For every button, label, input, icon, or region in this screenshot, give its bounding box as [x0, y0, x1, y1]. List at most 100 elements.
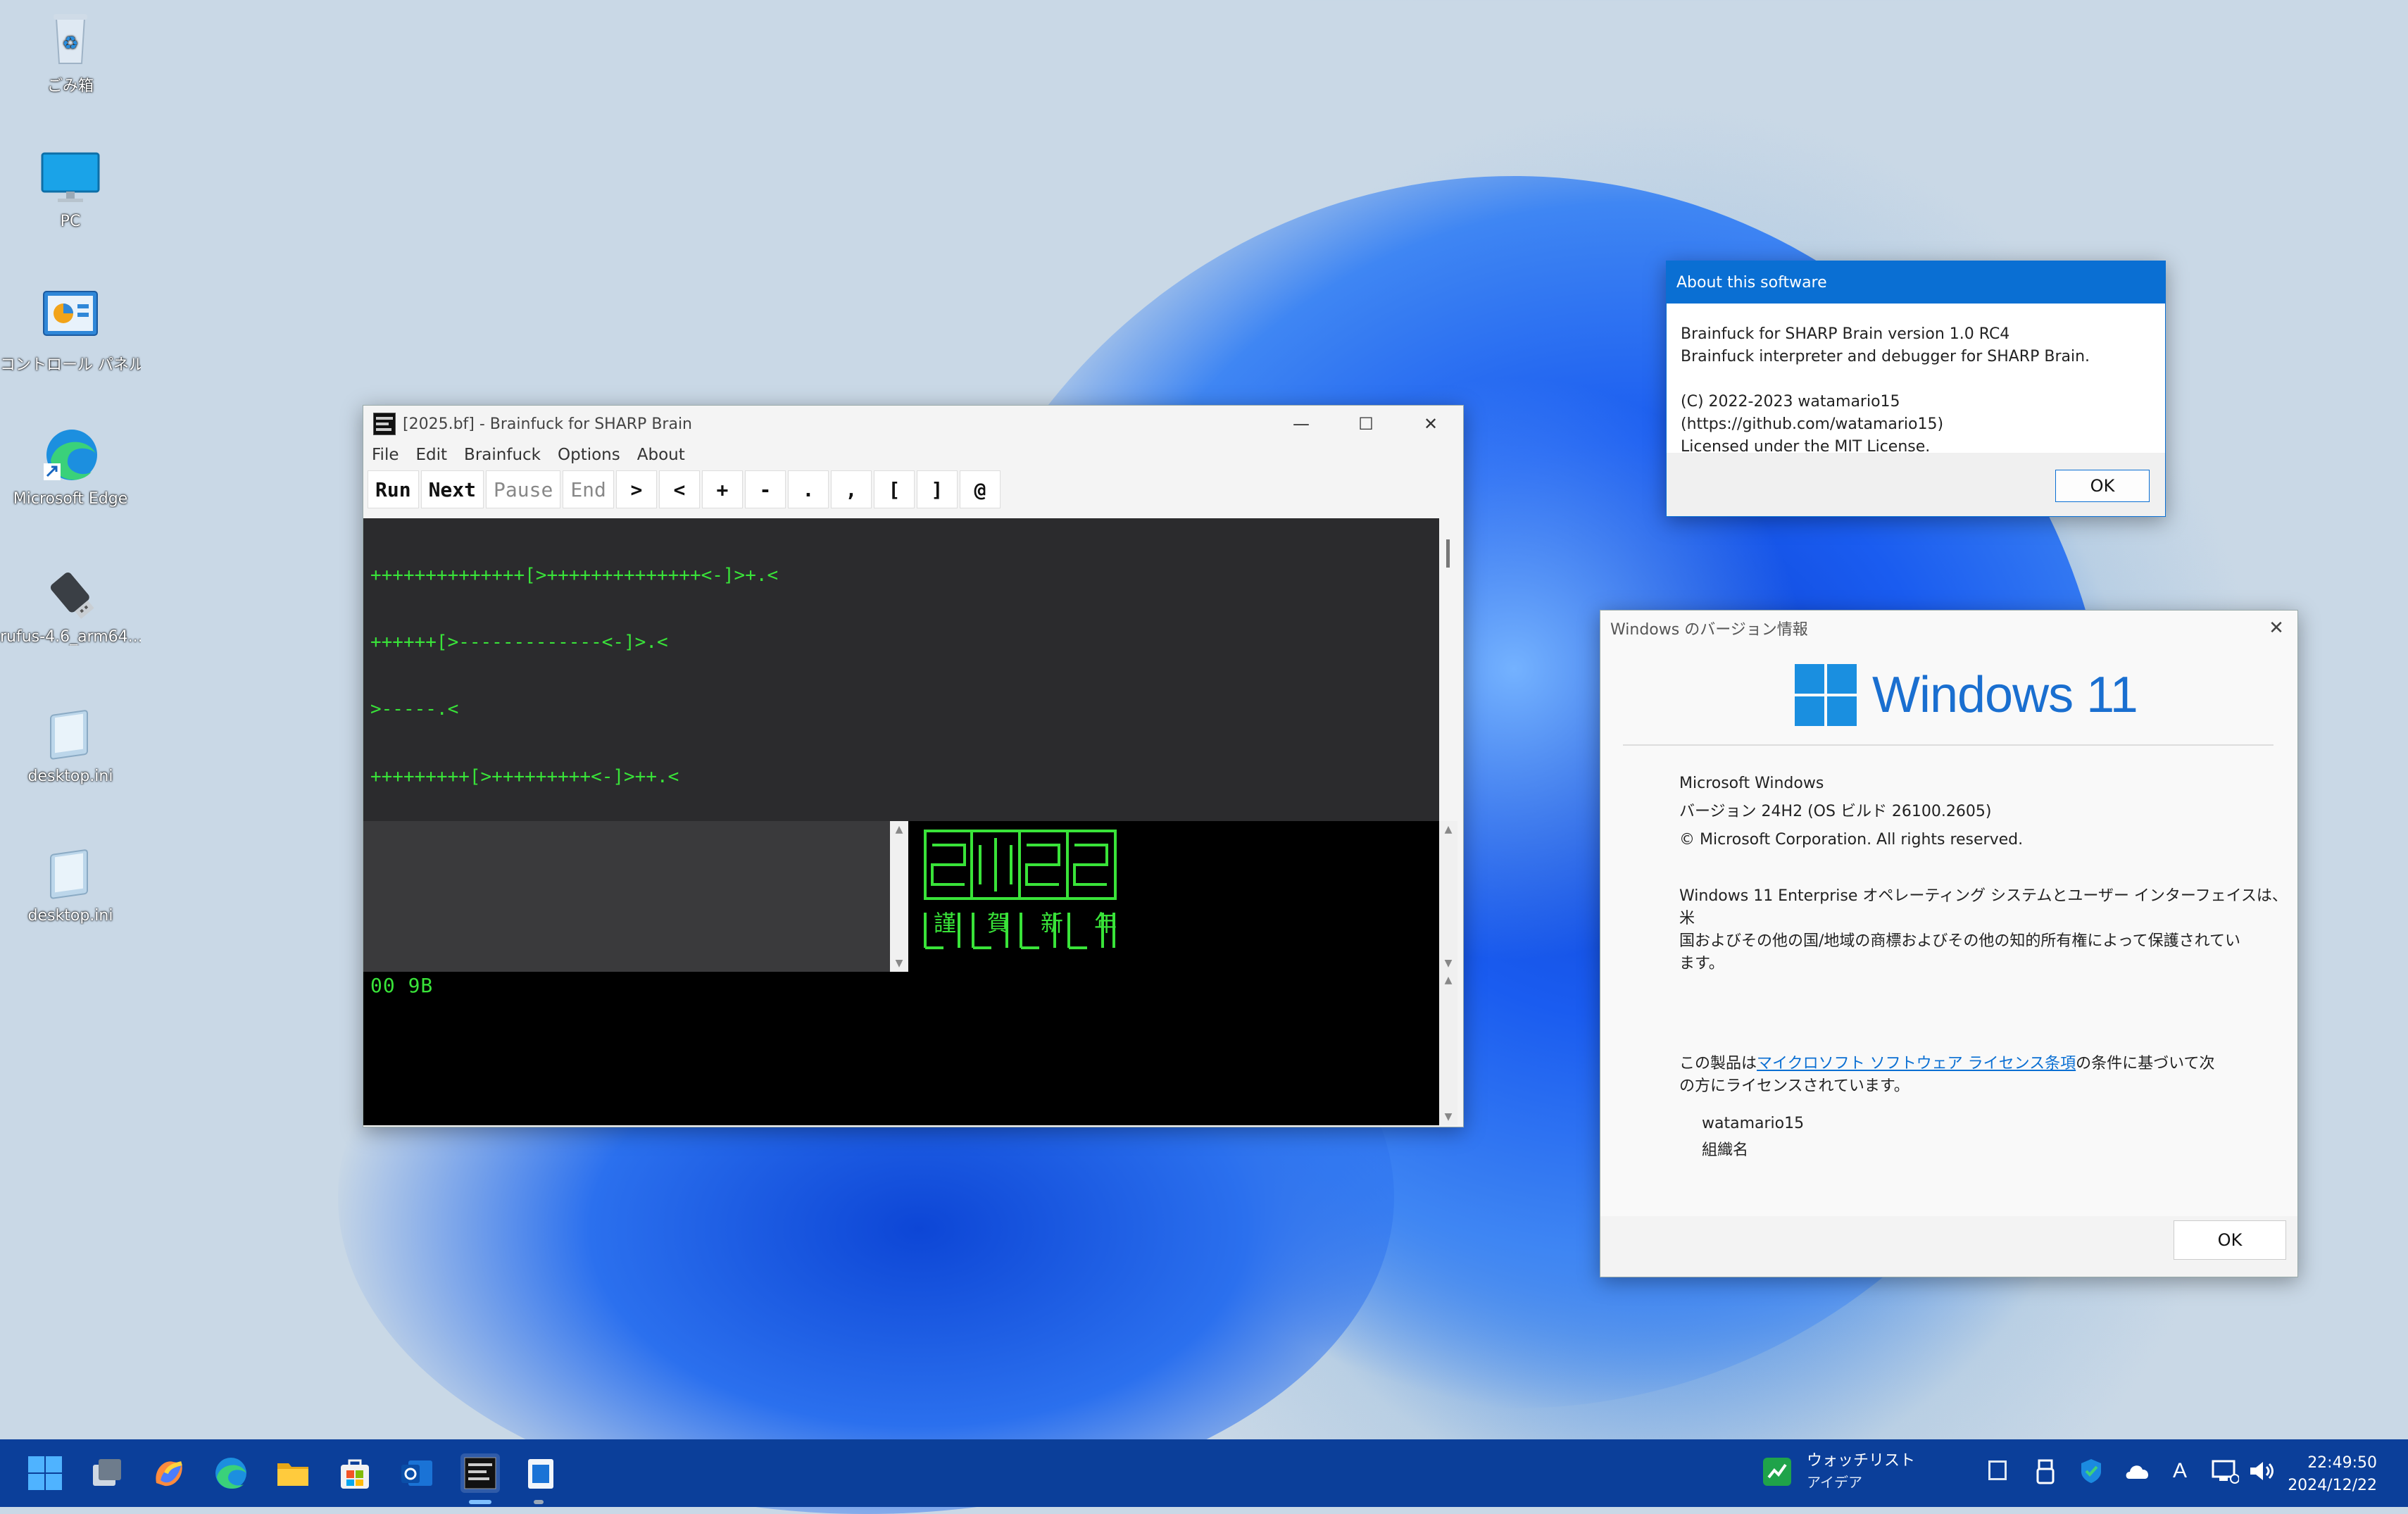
copyright-text: © Microsoft Corporation. All rights rese…: [1679, 831, 2024, 849]
desktop-icon-control-panel[interactable]: コントロール パネル: [0, 287, 141, 375]
insert-comma-button[interactable]: ,: [830, 470, 872, 508]
divider: [1623, 744, 2274, 746]
desktop-icon-edge[interactable]: Microsoft Edge: [0, 425, 141, 508]
about-ok-button[interactable]: OK: [2055, 470, 2150, 502]
windows-11-wordmark: Windows 11: [1872, 667, 2138, 723]
close-icon[interactable]: ✕: [2255, 618, 2297, 639]
minimize-button[interactable]: —: [1269, 406, 1334, 442]
usb-tray-icon[interactable]: [2035, 1459, 2056, 1484]
ime-indicator[interactable]: A: [2173, 1459, 2187, 1483]
insert-greater-button[interactable]: >: [615, 470, 657, 508]
menu-options[interactable]: Options: [558, 446, 620, 464]
menu-brainfuck[interactable]: Brainfuck: [464, 446, 541, 464]
legal-line: ます。: [1679, 955, 1724, 972]
notepad-taskbar-icon[interactable]: [522, 1455, 559, 1491]
brainfuck-app-icon: [464, 1457, 496, 1489]
outlook-icon[interactable]: [399, 1455, 435, 1491]
license-terms-link[interactable]: マイクロソフト ソフトウェア ライセンス条項: [1757, 1055, 2076, 1072]
store-icon[interactable]: [337, 1455, 373, 1491]
code-lines: ++++++++++++++[>++++++++++++++<-]>+.< ++…: [370, 520, 778, 821]
insert-open-bracket-button[interactable]: [: [873, 470, 915, 508]
input-scrollbar[interactable]: ▲ ▼: [890, 821, 908, 972]
clock[interactable]: 22:49:50 2024/12/22: [2278, 1452, 2377, 1497]
maximize-button[interactable]: ☐: [1334, 406, 1398, 442]
scroll-up-icon[interactable]: ▲: [890, 824, 908, 835]
notepad-file-icon: [41, 703, 100, 762]
start-icon[interactable]: [27, 1455, 63, 1491]
output-2025-art: [924, 830, 1117, 949]
show-desktop-tray-icon[interactable]: [1988, 1460, 2007, 1480]
license-prefix: この製品は: [1679, 1055, 1757, 1072]
desktop-icon-pc[interactable]: PC: [0, 148, 141, 230]
copilot-icon[interactable]: [151, 1455, 187, 1491]
scroll-thumb[interactable]: [1446, 539, 1450, 568]
recycle-bin-icon: ♻: [41, 8, 100, 68]
insert-close-bracket-button[interactable]: ]: [916, 470, 958, 508]
widget-subtitle: アイデア: [1807, 1474, 1862, 1491]
watchlist-widget-icon[interactable]: [1762, 1456, 1793, 1487]
scroll-up-icon[interactable]: ▲: [1439, 824, 1457, 835]
licensee-user: watamario15: [1702, 1115, 1805, 1132]
scroll-up-icon[interactable]: ▲: [1439, 975, 1457, 986]
edge-taskbar-icon[interactable]: [213, 1455, 249, 1491]
menu-bar: File Edit Brainfuck Options About: [363, 442, 1463, 468]
brainfuck-taskbar-button[interactable]: [460, 1453, 500, 1493]
desktop-icon-desktop-ini-1[interactable]: desktop.ini: [0, 703, 141, 785]
close-button[interactable]: ✕: [1398, 406, 1463, 442]
onedrive-cloud-icon[interactable]: [2124, 1460, 2152, 1480]
scroll-down-icon[interactable]: ▼: [1439, 1111, 1457, 1122]
desktop-icon-recycle-bin[interactable]: ♻ ごみ箱: [0, 8, 141, 96]
volume-icon[interactable]: [2247, 1460, 2276, 1482]
about-line: (C) 2022-2023 watamario15 (https://githu…: [1681, 393, 1944, 433]
insert-less-button[interactable]: <: [658, 470, 700, 508]
control-panel-icon: [41, 287, 100, 346]
about-dialog-title[interactable]: About this software: [1667, 261, 2165, 304]
insert-dot-button[interactable]: .: [787, 470, 829, 508]
code-line: >-----.<: [370, 699, 459, 720]
insert-minus-button[interactable]: -: [744, 470, 786, 508]
code-editor[interactable]: ++++++++++++++[>++++++++++++++<-]>+.< ++…: [363, 518, 1439, 821]
run-button[interactable]: Run: [368, 470, 419, 508]
output-scrollbar[interactable]: ▲ ▼: [1439, 821, 1457, 972]
insert-plus-button[interactable]: +: [701, 470, 743, 508]
file-explorer-icon[interactable]: [275, 1455, 311, 1491]
memory-scrollbar[interactable]: ▲ ▼: [1439, 972, 1457, 1125]
svg-text:♻: ♻: [62, 33, 78, 54]
desktop-icon-desktop-ini-2[interactable]: desktop.ini: [0, 842, 141, 925]
licensee-org: 組織名: [1702, 1141, 1749, 1159]
input-panel[interactable]: [363, 821, 890, 972]
legal-text: Windows 11 Enterprise オペレーティング システムとユーザー…: [1679, 885, 2297, 975]
next-button[interactable]: Next: [420, 470, 484, 508]
menu-file[interactable]: File: [372, 446, 399, 464]
output-char: 年: [1094, 910, 1148, 937]
menu-edit[interactable]: Edit: [416, 446, 448, 464]
widget-title: ウォッチリスト: [1807, 1452, 1916, 1470]
editor-scrollbar[interactable]: [1439, 518, 1457, 821]
output-kanji: 謹賀新年: [934, 906, 1148, 938]
edge-icon: [41, 425, 100, 484]
license-text: この製品はマイクロソフト ソフトウェア ライセンス条項の条件に基づいて次 の方に…: [1679, 1053, 2214, 1098]
desktop-icon-label: Microsoft Edge: [13, 490, 128, 508]
desktop-icon-rufus[interactable]: rufus-4.6_arm64...: [0, 563, 141, 646]
task-view-icon[interactable]: [89, 1455, 125, 1491]
output-char: 謹: [934, 910, 988, 937]
pause-button[interactable]: Pause: [486, 470, 561, 508]
insert-at-button[interactable]: @: [959, 470, 1001, 508]
license-line: の方にライセンスされています。: [1679, 1077, 1910, 1095]
winver-ok-button[interactable]: OK: [2174, 1220, 2286, 1260]
about-line: Brainfuck interpreter and debugger for S…: [1681, 348, 2090, 365]
watchlist-widget[interactable]: ウォッチリスト アイデア: [1807, 1451, 1915, 1493]
winver-titlebar[interactable]: Windows のバージョン情報 ✕: [1600, 611, 2297, 646]
winver-info: Microsoft Windows バージョン 24H2 (OS ビルド 261…: [1679, 770, 2023, 854]
security-tray-icon[interactable]: [2078, 1458, 2104, 1484]
end-button[interactable]: End: [563, 470, 614, 508]
brainfuck-titlebar[interactable]: [2025.bf] - Brainfuck for SHARP Brain — …: [363, 406, 1463, 442]
network-icon[interactable]: [2211, 1459, 2239, 1484]
output-char: 賀: [987, 910, 1041, 937]
version-text: バージョン 24H2 (OS ビルド 26100.2605): [1679, 803, 1992, 820]
about-line: Licensed under the MIT License.: [1681, 438, 1931, 456]
menu-about[interactable]: About: [637, 446, 685, 464]
scroll-down-icon[interactable]: ▼: [890, 958, 908, 969]
licensee: watamario15 組織名: [1702, 1111, 1804, 1164]
scroll-down-icon[interactable]: ▼: [1439, 958, 1457, 969]
